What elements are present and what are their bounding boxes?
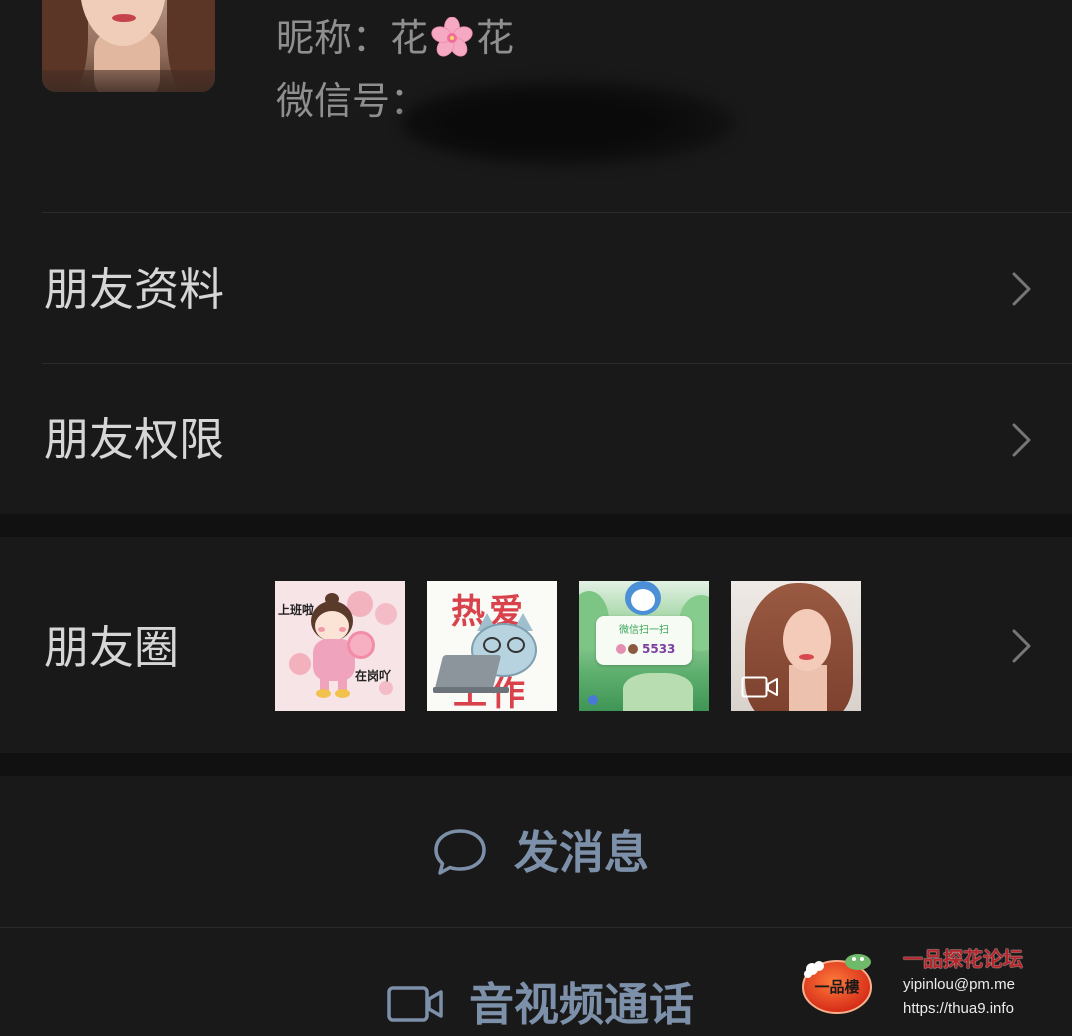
sticker-caption-bottom: 在岗吖 (355, 669, 392, 683)
badge-icon (588, 695, 598, 705)
sticker-girl-blush (339, 627, 346, 632)
avatar-shoulders (42, 70, 215, 92)
photo-face (783, 609, 831, 671)
forum-logo-text: 一品樓 (814, 978, 859, 996)
forum-email: yipinlou@pm.me (903, 976, 1015, 993)
video-camera-icon (387, 986, 443, 1022)
sticker-flower (347, 631, 375, 659)
emoji-dot (616, 644, 626, 654)
cartoon-face (631, 589, 655, 611)
pink-dot (379, 681, 393, 695)
chevron-right-icon (1012, 423, 1031, 457)
scan-card-number: 5533 (642, 642, 676, 656)
section-gap (0, 753, 1072, 776)
chevron-right-icon (1012, 629, 1031, 663)
redacted-wechat-id (402, 80, 734, 166)
video-icon (741, 676, 778, 698)
moments-thumbnail-2[interactable]: 热爱 工作 (427, 581, 557, 711)
cat-glasses (507, 637, 525, 653)
path (623, 673, 693, 711)
forum-watermark: 一品樓 一品探花论坛 yipinlou@pm.me https://thua9.… (800, 945, 1060, 1025)
send-message-label: 发消息 (514, 826, 650, 879)
moments-thumbnail-4[interactable] (731, 581, 861, 711)
forum-url: https://thua9.info (903, 1000, 1014, 1017)
menu-item-label: 朋友资料 (44, 263, 225, 316)
send-message-button[interactable]: 发消息 (0, 776, 1072, 927)
nickname-suffix: 花 (476, 16, 515, 60)
forum-logo: 一品樓 (802, 954, 872, 1014)
chat-bubble-icon (434, 829, 486, 875)
laptop-base (433, 687, 509, 693)
moments-thumbnail-3[interactable]: 微信扫一扫 5533 (579, 581, 709, 711)
sticker-girl-face (315, 611, 349, 641)
forum-title: 一品探花论坛 (903, 949, 1023, 971)
cherry-blossom-icon (431, 17, 473, 57)
menu-item-friend-profile[interactable]: 朋友资料 (0, 213, 1072, 363)
chevron-right-icon (1012, 272, 1031, 306)
avatar[interactable] (42, 0, 215, 92)
nickname-line: 昵称： 花 花 (276, 17, 514, 59)
photo-lips (799, 654, 814, 660)
profile-header: 昵称： 花 花 微信号： (0, 0, 1072, 212)
sticker-girl-blush (318, 627, 325, 632)
pink-dot (289, 653, 311, 675)
moments-thumbnail-1[interactable]: 上班啦 在岗吖 (275, 581, 405, 711)
menu-item-friend-permissions[interactable]: 朋友权限 (0, 364, 1072, 514)
emoji-dot (628, 644, 638, 654)
nickname-prefix: 花 (390, 16, 429, 60)
sticker-girl-shoe (316, 689, 331, 698)
av-call-label: 音视频通话 (469, 978, 695, 1031)
photo-neck (789, 665, 827, 711)
scan-card-title: 微信扫一扫 (619, 625, 669, 636)
avatar-lips (112, 14, 136, 22)
moments-label: 朋友圈 (44, 621, 180, 674)
menu-item-label: 朋友权限 (44, 413, 225, 466)
nickname-label: 昵称： (276, 16, 391, 60)
section-gap (0, 514, 1072, 537)
cat-glasses (483, 637, 501, 653)
sticker-caption-top: 上班啦 (278, 603, 315, 617)
sticker-girl-shoe (335, 689, 350, 698)
moments-row[interactable]: 朋友圈 上班啦 在岗吖 热爱 工作 (0, 537, 1072, 753)
pink-dot (375, 603, 397, 625)
laptop (434, 655, 502, 689)
scan-card: 微信扫一扫 5533 (596, 616, 692, 665)
